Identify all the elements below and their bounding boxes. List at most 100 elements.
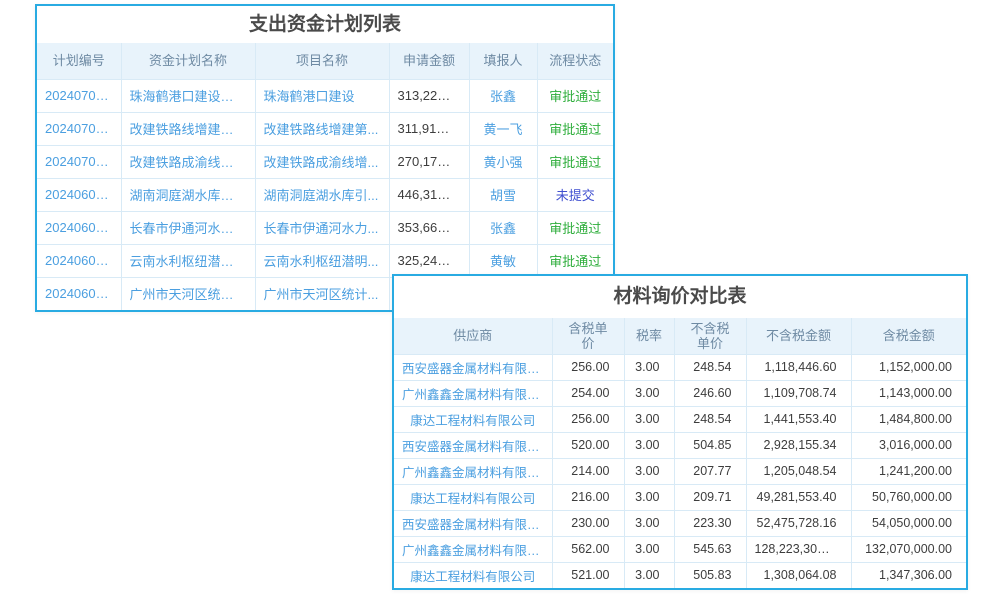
column-header: 不含税单价 [674,318,746,354]
tax-incl-unit-price: 230.00 [552,510,624,536]
process-status: 审批通过 [537,145,613,178]
project-name-link[interactable]: 湖南洞庭湖水库引... [255,178,389,211]
filler-name: 黄一飞 [469,112,537,145]
tax-rate: 3.00 [624,536,674,562]
tax-incl-unit-price: 521.00 [552,562,624,588]
filler-name: 张鑫 [469,79,537,112]
tax-excl-amount: 49,281,553.40 [746,484,851,510]
plan-number-link[interactable]: 2024070002 [37,112,121,145]
column-header: 资金计划名称 [121,43,255,79]
column-header: 含税单价 [552,318,624,354]
fund-plan-name-link[interactable]: 改建铁路成渝线增建... [121,145,255,178]
process-status: 审批通过 [537,211,613,244]
supplier-link[interactable]: 西安盛器金属材料有限公司 [394,354,552,380]
filler-name: 胡雪 [469,178,537,211]
filler-name: 黄敏 [469,244,537,277]
supplier-link[interactable]: 广州鑫鑫金属材料有限公司 [394,536,552,562]
request-amount: 313,220.00 [389,79,469,112]
expense-table-header-row: 计划编号资金计划名称项目名称申请金额填报人流程状态 [37,43,613,79]
tax-incl-amount: 54,050,000.00 [851,510,966,536]
supplier-link[interactable]: 康达工程材料有限公司 [394,406,552,432]
table-row: 2024060009云南水利枢纽潜明水...云南水利枢纽潜明...325,245… [37,244,613,277]
process-status: 未提交 [537,178,613,211]
tax-incl-unit-price: 256.00 [552,354,624,380]
tax-rate: 3.00 [624,432,674,458]
column-header: 不含税金额 [746,318,851,354]
expense-plan-table: 计划编号资金计划名称项目名称申请金额填报人流程状态 2024070003珠海鹤港… [37,43,613,310]
project-name-link[interactable]: 改建铁路线增建第... [255,112,389,145]
tax-excl-amount: 1,109,708.74 [746,380,851,406]
tax-rate: 3.00 [624,406,674,432]
expense-plan-table-panel: 支出资金计划列表 计划编号资金计划名称项目名称申请金额填报人流程状态 20240… [35,4,615,312]
tax-incl-amount: 1,152,000.00 [851,354,966,380]
tax-excl-unit-price: 504.85 [674,432,746,458]
tax-rate: 3.00 [624,458,674,484]
project-name-link[interactable]: 广州市天河区统计... [255,277,389,310]
inquiry-compare-table-panel: 材料询价对比表 供应商含税单价税率不含税单价不含税金额含税金额 西安盛器金属材料… [392,274,968,590]
tax-incl-unit-price: 214.00 [552,458,624,484]
supplier-link[interactable]: 广州鑫鑫金属材料有限公司 [394,380,552,406]
tax-excl-unit-price: 248.54 [674,354,746,380]
column-header: 填报人 [469,43,537,79]
table-row: 2024060010长春市伊通河水力发...长春市伊通河水力...353,667… [37,211,613,244]
process-status: 审批通过 [537,79,613,112]
table-row: 康达工程材料有限公司256.003.00248.541,441,553.401,… [394,406,966,432]
tax-incl-unit-price: 216.00 [552,484,624,510]
tax-excl-unit-price: 209.71 [674,484,746,510]
table-row: 2024070001改建铁路成渝线增建...改建铁路成渝线增...270,171… [37,145,613,178]
tax-excl-amount: 1,441,553.40 [746,406,851,432]
supplier-link[interactable]: 西安盛器金属材料有限公司 [394,432,552,458]
tax-incl-amount: 132,070,000.00 [851,536,966,562]
tax-incl-amount: 1,347,306.00 [851,562,966,588]
supplier-link[interactable]: 西安盛器金属材料有限公司 [394,510,552,536]
tax-rate: 3.00 [624,354,674,380]
tax-incl-amount: 3,016,000.00 [851,432,966,458]
plan-number-link[interactable]: 2024070001 [37,145,121,178]
fund-plan-name-link[interactable]: 云南水利枢纽潜明水... [121,244,255,277]
tax-incl-unit-price: 254.00 [552,380,624,406]
fund-plan-name-link[interactable]: 改建铁路线增建第二... [121,112,255,145]
table-row: 广州鑫鑫金属材料有限公司562.003.00545.63128,223,300.… [394,536,966,562]
table-row: 西安盛器金属材料有限公司230.003.00223.3052,475,728.1… [394,510,966,536]
table-row: 广州鑫鑫金属材料有限公司214.003.00207.771,205,048.54… [394,458,966,484]
fund-plan-name-link[interactable]: 长春市伊通河水力发... [121,211,255,244]
table-row: 西安盛器金属材料有限公司520.003.00504.852,928,155.34… [394,432,966,458]
plan-number-link[interactable]: 2024060010 [37,211,121,244]
plan-number-link[interactable]: 2024060009 [37,244,121,277]
supplier-link[interactable]: 康达工程材料有限公司 [394,562,552,588]
supplier-link[interactable]: 广州鑫鑫金属材料有限公司 [394,458,552,484]
project-name-link[interactable]: 云南水利枢纽潜明... [255,244,389,277]
tax-rate: 3.00 [624,562,674,588]
fund-plan-name-link[interactable]: 广州市天河区统计局... [121,277,255,310]
tax-incl-amount: 1,241,200.00 [851,458,966,484]
table-row: 2024070003珠海鹤港口建设资金...珠海鹤港口建设313,220.00张… [37,79,613,112]
request-amount: 325,245.00 [389,244,469,277]
tax-rate: 3.00 [624,484,674,510]
request-amount: 353,667.00 [389,211,469,244]
tax-excl-unit-price: 545.63 [674,536,746,562]
table-row: 西安盛器金属材料有限公司256.003.00248.541,118,446.60… [394,354,966,380]
plan-number-link[interactable]: 2024060008 [37,277,121,310]
table-row: 2024070002改建铁路线增建第二...改建铁路线增建第...311,914… [37,112,613,145]
column-header: 含税金额 [851,318,966,354]
inquiry-compare-table: 供应商含税单价税率不含税单价不含税金额含税金额 西安盛器金属材料有限公司256.… [394,318,966,588]
project-name-link[interactable]: 珠海鹤港口建设 [255,79,389,112]
fund-plan-name-link[interactable]: 珠海鹤港口建设资金... [121,79,255,112]
tax-excl-unit-price: 248.54 [674,406,746,432]
tax-rate: 3.00 [624,510,674,536]
tax-excl-unit-price: 246.60 [674,380,746,406]
project-name-link[interactable]: 长春市伊通河水力... [255,211,389,244]
inquiry-table-header-row: 供应商含税单价税率不含税单价不含税金额含税金额 [394,318,966,354]
filler-name: 黄小强 [469,145,537,178]
plan-number-link[interactable]: 2024070003 [37,79,121,112]
tax-incl-amount: 1,484,800.00 [851,406,966,432]
supplier-link[interactable]: 康达工程材料有限公司 [394,484,552,510]
project-name-link[interactable]: 改建铁路成渝线增... [255,145,389,178]
fund-plan-name-link[interactable]: 湖南洞庭湖水库引水... [121,178,255,211]
table-row: 广州鑫鑫金属材料有限公司254.003.00246.601,109,708.74… [394,380,966,406]
request-amount: 311,914.00 [389,112,469,145]
plan-number-link[interactable]: 2024060011 [37,178,121,211]
expense-table-title: 支出资金计划列表 [37,6,613,43]
tax-incl-unit-price: 256.00 [552,406,624,432]
tax-rate: 3.00 [624,380,674,406]
